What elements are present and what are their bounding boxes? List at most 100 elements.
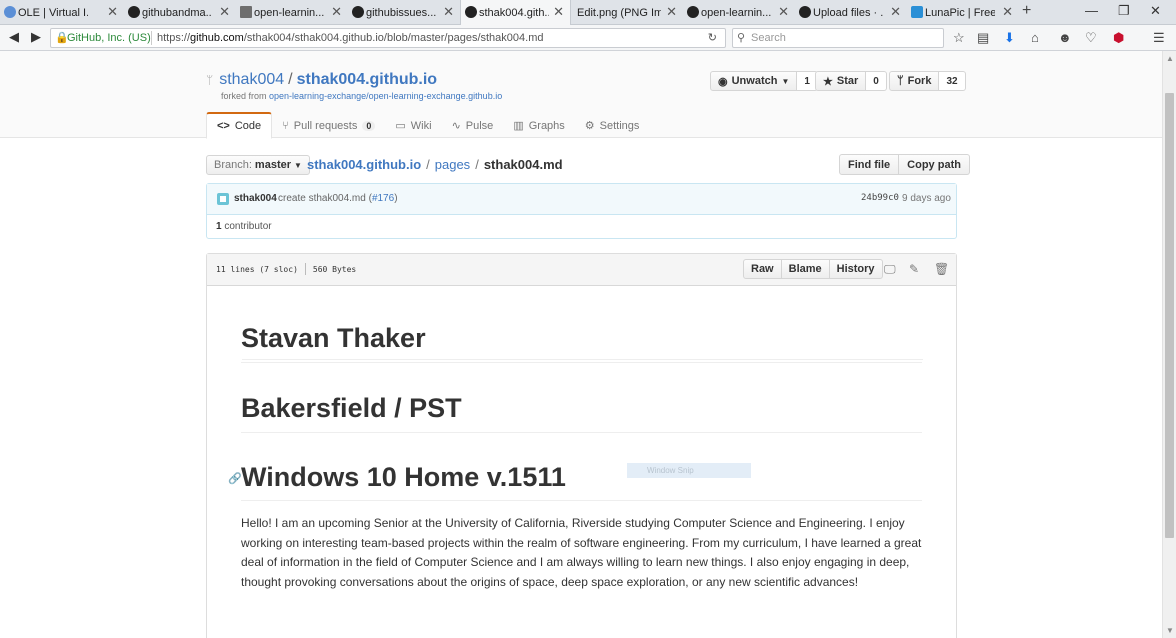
minimize-button[interactable]: — xyxy=(1085,3,1098,18)
search-placeholder: Search xyxy=(751,32,786,44)
github-icon xyxy=(352,6,364,18)
page-scrollbar[interactable]: ▲ ▼ xyxy=(1162,51,1176,638)
fork-count[interactable]: 32 xyxy=(939,71,966,91)
scroll-down-icon[interactable]: ▼ xyxy=(1166,626,1174,635)
browser-tab[interactable]: githubandma... ✕ xyxy=(124,0,236,25)
adblock-icon[interactable]: ⬢ xyxy=(1113,30,1124,46)
new-tab-button[interactable]: + xyxy=(1022,2,1031,20)
ole-icon xyxy=(4,6,16,18)
pocket-icon[interactable]: ♡ xyxy=(1085,30,1097,46)
forked-from-link[interactable]: open-learning-exchange/open-learning-exc… xyxy=(269,91,502,101)
pull-request-icon: ⑂ xyxy=(282,119,289,132)
close-icon[interactable]: ✕ xyxy=(1002,4,1013,20)
tab-title: sthak004.gith... xyxy=(479,6,549,19)
file-lines: 11 lines (7 sloc) xyxy=(216,265,298,274)
commit-time: 9 days ago xyxy=(902,193,951,204)
graph-icon: ▥ xyxy=(513,120,524,132)
close-icon[interactable]: ✕ xyxy=(443,4,454,20)
history-button[interactable]: History xyxy=(828,259,883,279)
unwatch-button[interactable]: ◉ Unwatch ▼ xyxy=(710,71,798,91)
window-close-button[interactable]: ✕ xyxy=(1150,3,1161,19)
breadcrumb-current-file: sthak004.md xyxy=(483,157,563,172)
anchor-link-icon[interactable]: 🔗 xyxy=(228,472,242,485)
repo-name-link[interactable]: sthak004.github.io xyxy=(297,71,437,88)
close-icon[interactable]: ✕ xyxy=(778,4,789,20)
tab-code[interactable]: <> Code xyxy=(206,112,273,139)
commit-sha[interactable]: 24b99c0 xyxy=(861,193,899,203)
breadcrumb: sthak004.github.io / pages / sthak004.md xyxy=(307,157,563,172)
commit-author[interactable]: sthak004 xyxy=(234,193,277,204)
bookmark-star-icon[interactable]: ☆ xyxy=(953,30,965,46)
file-info: 11 lines (7 sloc) 560 Bytes xyxy=(216,263,357,275)
close-icon[interactable]: ✕ xyxy=(553,4,564,20)
commit-message[interactable]: create sthak004.md (#176) xyxy=(278,193,398,204)
find-file-button[interactable]: Find file xyxy=(839,154,900,175)
repo-owner-link[interactable]: sthak004 xyxy=(219,71,284,88)
pencil-icon[interactable]: ✎ xyxy=(909,262,919,276)
trash-icon[interactable]: 🗑 xyxy=(934,262,949,276)
file-nav-buttons: Find file Copy path xyxy=(839,154,970,175)
url-text[interactable]: https://github.com/sthak004/sthak004.git… xyxy=(157,29,543,47)
pull-request-link[interactable]: #176 xyxy=(372,193,394,204)
forward-button[interactable]: ▶ xyxy=(31,29,41,45)
tab-wiki[interactable]: ▭ Wiki xyxy=(385,112,441,139)
branch-select-button[interactable]: Branch: master ▼ xyxy=(206,155,310,175)
browser-tab[interactable]: LunaPic | Free... ✕ xyxy=(907,0,1019,25)
tab-title: Upload files · ... xyxy=(813,6,883,19)
window-snip-overlay: Window Snip xyxy=(627,463,751,478)
scrollbar-thumb[interactable] xyxy=(1165,93,1174,538)
close-icon[interactable]: ✕ xyxy=(107,4,118,20)
browser-toolbar: ◀ ▶ 🔒 GitHub, Inc. (US) https://github.c… xyxy=(0,25,1176,51)
close-icon[interactable]: ✕ xyxy=(890,4,901,20)
gear-icon: ⚙ xyxy=(584,120,595,132)
caret-down-icon: ▼ xyxy=(781,76,790,86)
breadcrumb-repo-link[interactable]: sthak004.github.io xyxy=(307,157,421,172)
repo-nav: <> Code ⑂ Pull requests 0 ▭ Wiki ∿ Pulse ▥ Gra… xyxy=(206,112,649,139)
scroll-up-icon[interactable]: ▲ xyxy=(1166,54,1174,63)
menu-icon[interactable]: ☰ xyxy=(1153,30,1165,46)
raw-button[interactable]: Raw xyxy=(743,259,782,279)
close-icon[interactable]: ✕ xyxy=(219,4,230,20)
browser-tab-active[interactable]: sthak004.gith... ✕ xyxy=(460,0,571,25)
browser-tab[interactable]: githubissues... ✕ xyxy=(348,0,460,25)
close-icon[interactable]: ✕ xyxy=(666,4,677,20)
browser-tab[interactable]: open-learnin... ✕ xyxy=(683,0,795,25)
browser-tab[interactable]: OLE | Virtual I... ✕ xyxy=(0,0,124,25)
contributors[interactable]: 1 contributor xyxy=(216,221,272,232)
blame-button[interactable]: Blame xyxy=(780,259,830,279)
tab-pull-requests[interactable]: ⑂ Pull requests 0 xyxy=(272,112,385,139)
home-icon[interactable]: ⌂ xyxy=(1031,30,1039,45)
star-button[interactable]: ★ Star xyxy=(815,71,867,91)
star-count[interactable]: 0 xyxy=(866,71,887,91)
github-page: ᛘ sthak004/sthak004.github.io forked from… xyxy=(0,51,1162,638)
reading-list-icon[interactable]: ▤ xyxy=(977,30,989,46)
browser-tab[interactable]: open-learnin... ✕ xyxy=(236,0,348,25)
tab-title: githubissues... xyxy=(366,6,436,19)
avatar[interactable] xyxy=(217,193,229,205)
tab-graphs[interactable]: ▥ Graphs xyxy=(503,112,574,139)
breadcrumb-dir-link[interactable]: pages xyxy=(435,157,470,172)
restore-button[interactable]: ❐ xyxy=(1118,3,1130,19)
fork-button[interactable]: ᛘ Fork xyxy=(889,71,940,91)
search-icon: ⚲ xyxy=(737,32,746,44)
star-icon: ★ xyxy=(823,75,833,88)
desktop-icon[interactable]: 🖵 xyxy=(884,262,896,277)
back-button[interactable]: ◀ xyxy=(9,29,19,45)
file-header: 11 lines (7 sloc) 560 Bytes Raw Blame Hi… xyxy=(207,254,956,286)
tab-settings[interactable]: ⚙ Settings xyxy=(575,112,650,139)
browser-tab[interactable]: Upload files · ... ✕ xyxy=(795,0,907,25)
file-size: 560 Bytes xyxy=(312,265,357,274)
search-input[interactable]: ⚲ Search xyxy=(732,28,944,48)
tab-title: OLE | Virtual I... xyxy=(18,6,88,19)
close-icon[interactable]: ✕ xyxy=(331,4,342,20)
heading-os: Windows 10 Home v.1511 xyxy=(241,462,566,492)
github-icon xyxy=(799,6,811,18)
download-icon[interactable]: ⬇ xyxy=(1004,30,1015,46)
copy-path-button[interactable]: Copy path xyxy=(899,154,970,175)
reload-icon[interactable]: ↻ xyxy=(708,29,717,47)
tab-pulse[interactable]: ∿ Pulse xyxy=(442,112,504,139)
chat-icon[interactable]: ☻ xyxy=(1058,30,1072,45)
url-bar[interactable]: 🔒 GitHub, Inc. (US) https://github.com/s… xyxy=(50,28,726,48)
forked-from: forked from open-learning-exchange/open-… xyxy=(221,91,503,101)
browser-tab[interactable]: Edit.png (PNG Im... ✕ xyxy=(571,0,683,25)
